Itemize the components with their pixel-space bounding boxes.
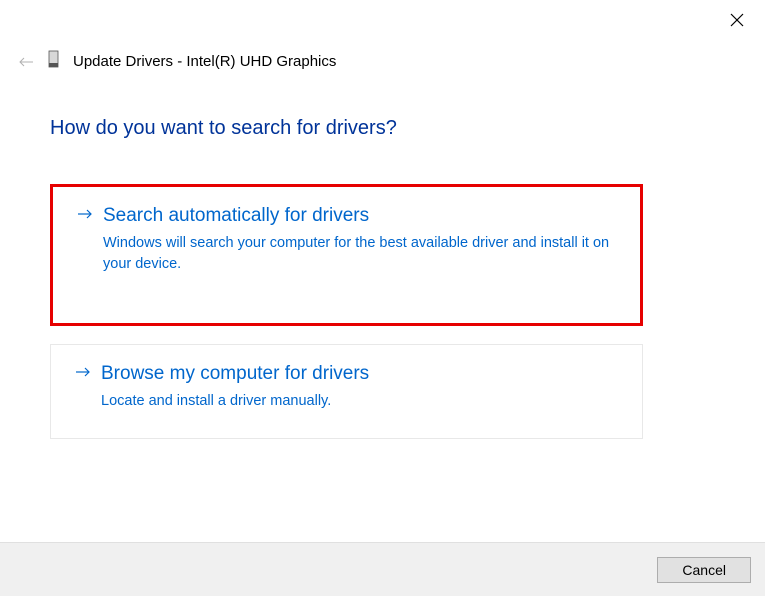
footer-bar: Cancel <box>0 542 765 596</box>
option-title: Browse my computer for drivers <box>101 363 369 385</box>
arrow-right-icon <box>75 365 91 383</box>
content-area: How do you want to search for drivers? S… <box>0 73 765 439</box>
back-button[interactable] <box>18 54 34 70</box>
option-title: Search automatically for drivers <box>103 205 369 227</box>
question-heading: How do you want to search for drivers? <box>50 117 715 140</box>
window-title: Update Drivers - Intel(R) UHD Graphics <box>73 53 336 70</box>
option-header: Browse my computer for drivers <box>75 363 618 385</box>
close-button[interactable] <box>727 10 747 30</box>
arrow-right-icon <box>77 207 93 225</box>
cancel-button[interactable]: Cancel <box>657 557 751 583</box>
header-bar: Update Drivers - Intel(R) UHD Graphics <box>0 0 765 73</box>
option-search-automatically[interactable]: Search automatically for drivers Windows… <box>50 184 643 326</box>
arrow-left-icon <box>18 57 34 67</box>
option-browse-computer[interactable]: Browse my computer for drivers Locate an… <box>50 344 643 439</box>
close-icon <box>730 13 744 27</box>
drive-icon <box>48 50 59 73</box>
option-description: Windows will search your computer for th… <box>103 233 616 275</box>
option-header: Search automatically for drivers <box>77 205 616 227</box>
option-description: Locate and install a driver manually. <box>101 391 618 412</box>
